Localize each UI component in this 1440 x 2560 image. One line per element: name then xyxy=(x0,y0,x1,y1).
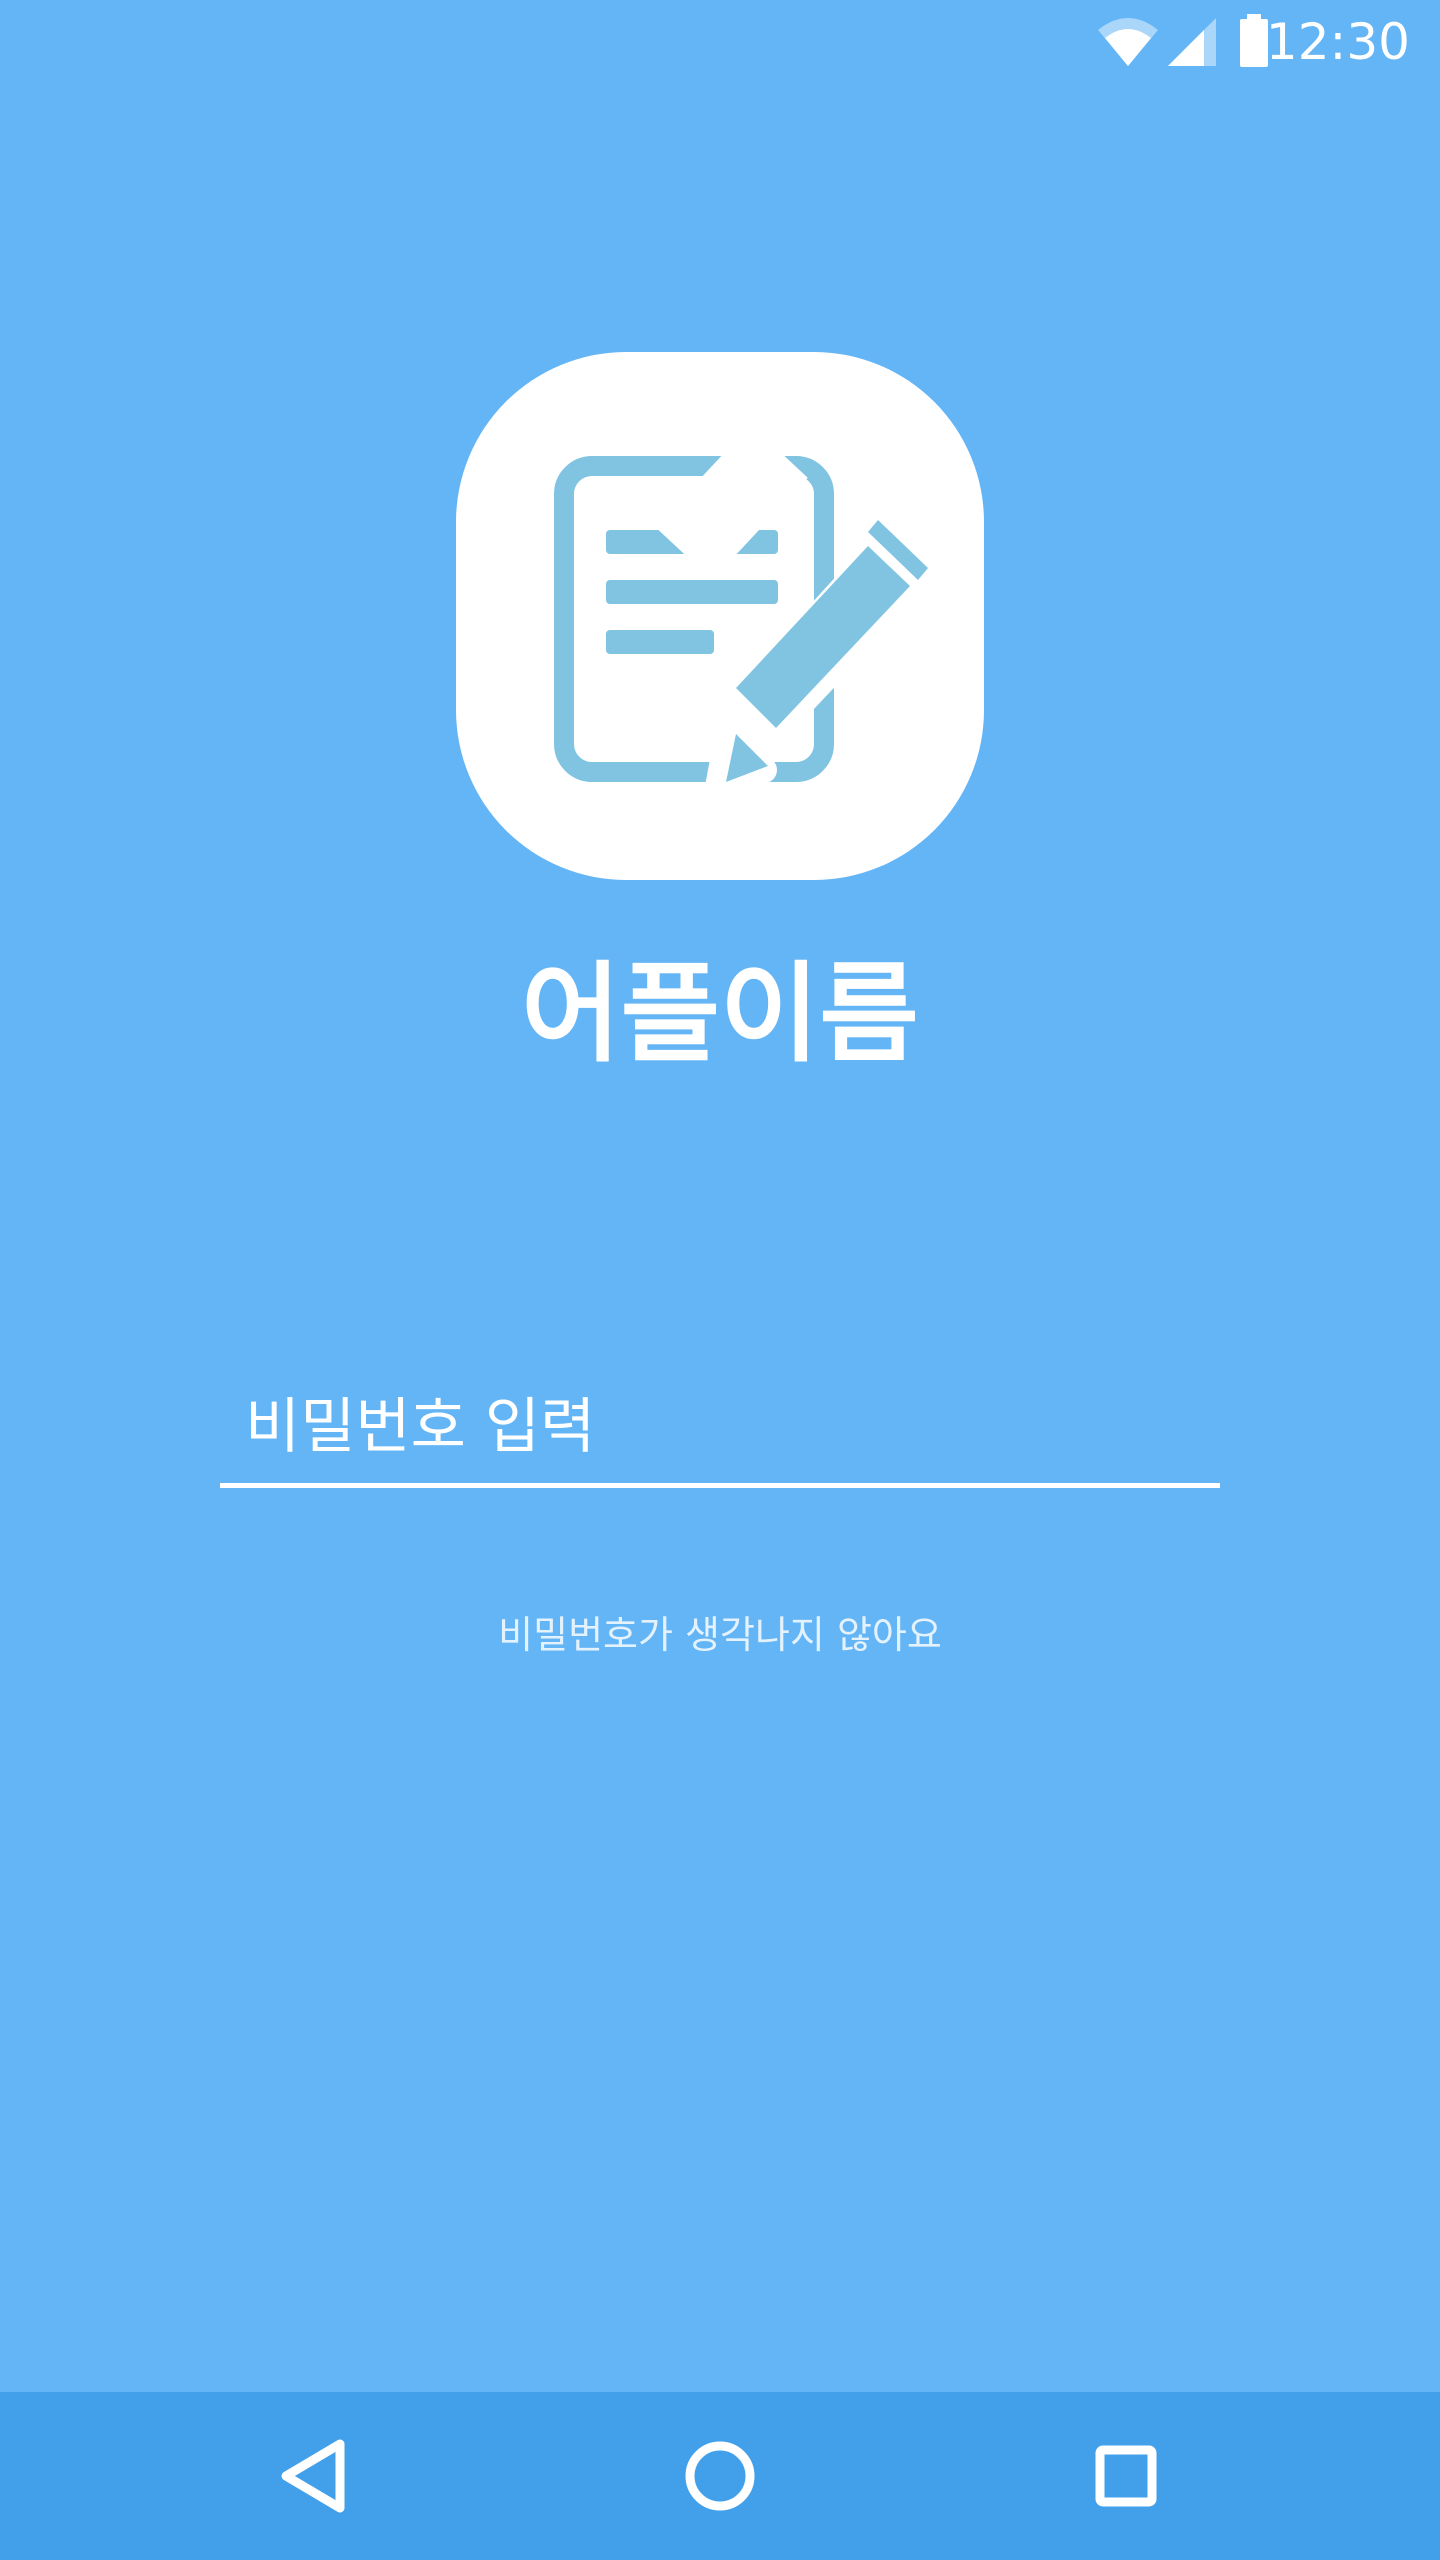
app-icon xyxy=(456,352,984,880)
wifi-icon xyxy=(1096,12,1160,76)
recents-icon xyxy=(1095,2445,1157,2507)
cell-signal-icon xyxy=(1164,12,1220,76)
note-edit-icon xyxy=(554,424,941,800)
status-bar: 12:30 xyxy=(0,0,1440,84)
back-icon xyxy=(281,2439,345,2513)
app-name: 어플이름 xyxy=(521,952,919,1077)
password-input[interactable] xyxy=(220,1370,1220,1488)
status-clock: 12:30 xyxy=(1265,13,1410,71)
home-icon xyxy=(685,2441,755,2511)
navigation-bar xyxy=(0,2392,1440,2560)
forgot-password-link[interactable]: 비밀번호가 생각나지 않아요 xyxy=(0,1605,1440,1665)
back-button[interactable] xyxy=(230,2392,398,2560)
recents-button[interactable] xyxy=(1042,2392,1210,2560)
home-button[interactable] xyxy=(636,2392,804,2560)
